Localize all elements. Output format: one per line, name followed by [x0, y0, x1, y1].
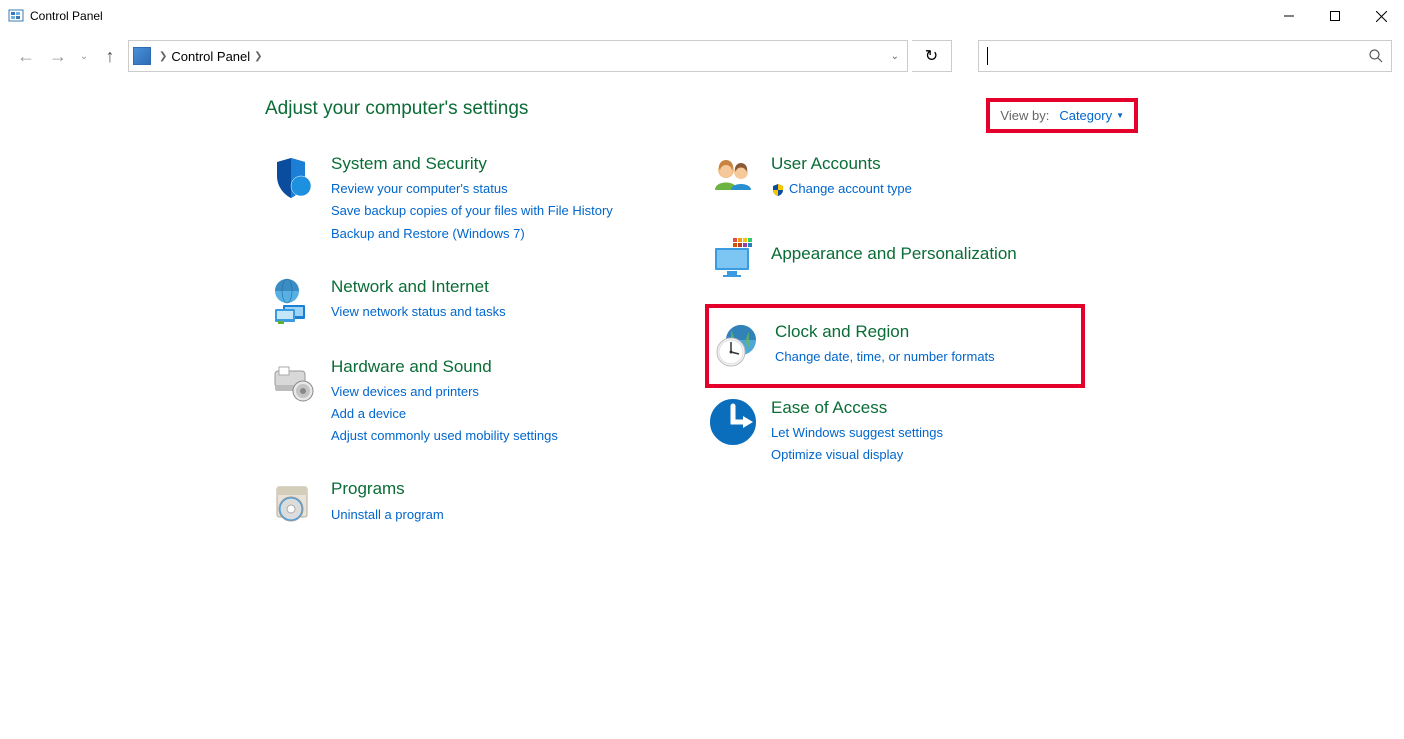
window-controls — [1266, 0, 1404, 32]
category-clock-region: Clock and Region Change date, time, or n… — [705, 304, 1085, 388]
category-title[interactable]: Clock and Region — [775, 322, 995, 342]
right-column: User Accounts Change account type — [705, 150, 1085, 555]
category-user-accounts: User Accounts Change account type — [705, 150, 1085, 206]
category-link[interactable]: Review your computer's status — [331, 178, 613, 200]
users-icon[interactable] — [709, 154, 757, 202]
category-link[interactable]: Save backup copies of your files with Fi… — [331, 200, 613, 222]
category-link[interactable]: Change account type — [771, 178, 912, 200]
category-link[interactable]: View network status and tasks — [331, 301, 506, 323]
minimize-button[interactable] — [1266, 0, 1312, 32]
breadcrumb-text[interactable]: Control Panel — [171, 49, 250, 64]
category-title[interactable]: System and Security — [331, 154, 613, 174]
category-link[interactable]: Backup and Restore (Windows 7) — [331, 223, 613, 245]
recent-dropdown[interactable]: ⌄ — [76, 42, 92, 70]
category-link[interactable]: View devices and printers — [331, 381, 558, 403]
uac-shield-icon — [771, 183, 785, 197]
view-by-value[interactable]: Category ▼ — [1059, 108, 1124, 123]
category-title[interactable]: Network and Internet — [331, 277, 506, 297]
category-link[interactable]: Adjust commonly used mobility settings — [331, 425, 558, 447]
refresh-button[interactable]: ↻ — [912, 40, 952, 72]
view-by-label: View by: — [1000, 108, 1049, 123]
category-title[interactable]: Appearance and Personalization — [771, 244, 1017, 264]
category-columns: System and Security Review your computer… — [265, 150, 1404, 555]
search-input[interactable] — [978, 40, 1392, 72]
category-title[interactable]: Hardware and Sound — [331, 357, 558, 377]
category-network-internet: Network and Internet View network status… — [265, 273, 645, 329]
maximize-button[interactable] — [1312, 0, 1358, 32]
address-icon — [133, 47, 151, 65]
window-title: Control Panel — [30, 9, 103, 23]
category-appearance-personalization: Appearance and Personalization — [705, 230, 1085, 286]
app-icon — [8, 8, 24, 24]
breadcrumb-separator[interactable]: ❯ — [159, 51, 167, 62]
category-link[interactable]: Let Windows suggest settings — [771, 422, 943, 444]
ease-icon[interactable] — [709, 398, 757, 446]
search-icon — [1369, 49, 1383, 63]
breadcrumb-separator[interactable]: ❯ — [254, 51, 262, 62]
clock-icon[interactable] — [713, 322, 761, 370]
shield-icon[interactable] — [269, 154, 317, 202]
programs-icon[interactable] — [269, 479, 317, 527]
category-system-security: System and Security Review your computer… — [265, 150, 645, 249]
up-button[interactable]: ↑ — [96, 42, 124, 70]
text-cursor — [987, 47, 988, 65]
page-heading: Adjust your computer's settings — [265, 98, 1404, 120]
hardware-icon[interactable] — [269, 357, 317, 405]
forward-button[interactable]: → — [44, 42, 72, 70]
category-title[interactable]: User Accounts — [771, 154, 912, 174]
category-link[interactable]: Optimize visual display — [771, 444, 943, 466]
window-titlebar: Control Panel — [0, 0, 1404, 32]
category-programs: Programs Uninstall a program — [265, 475, 645, 531]
address-dropdown[interactable]: ⌄ — [891, 51, 903, 62]
content-area: Adjust your computer's settings View by:… — [0, 80, 1404, 555]
left-column: System and Security Review your computer… — [265, 150, 645, 555]
category-link[interactable]: Add a device — [331, 403, 558, 425]
close-button[interactable] — [1358, 0, 1404, 32]
navigation-bar: ← → ⌄ ↑ ❯ Control Panel ❯ ⌄ ↻ — [0, 32, 1404, 80]
dropdown-triangle-icon: ▼ — [1116, 111, 1124, 120]
appearance-icon[interactable] — [709, 234, 757, 282]
titlebar-left: Control Panel — [8, 8, 103, 24]
category-link[interactable]: Uninstall a program — [331, 504, 444, 526]
network-icon[interactable] — [269, 277, 317, 325]
back-button[interactable]: ← — [12, 42, 40, 70]
category-link[interactable]: Change date, time, or number formats — [775, 346, 995, 368]
category-title[interactable]: Ease of Access — [771, 398, 943, 418]
view-by-selector[interactable]: View by: Category ▼ — [986, 98, 1138, 133]
category-title[interactable]: Programs — [331, 479, 444, 499]
category-hardware-sound: Hardware and Sound View devices and prin… — [265, 353, 645, 452]
address-bar[interactable]: ❯ Control Panel ❯ ⌄ — [128, 40, 908, 72]
category-ease-of-access: Ease of Access Let Windows suggest setti… — [705, 394, 1085, 471]
